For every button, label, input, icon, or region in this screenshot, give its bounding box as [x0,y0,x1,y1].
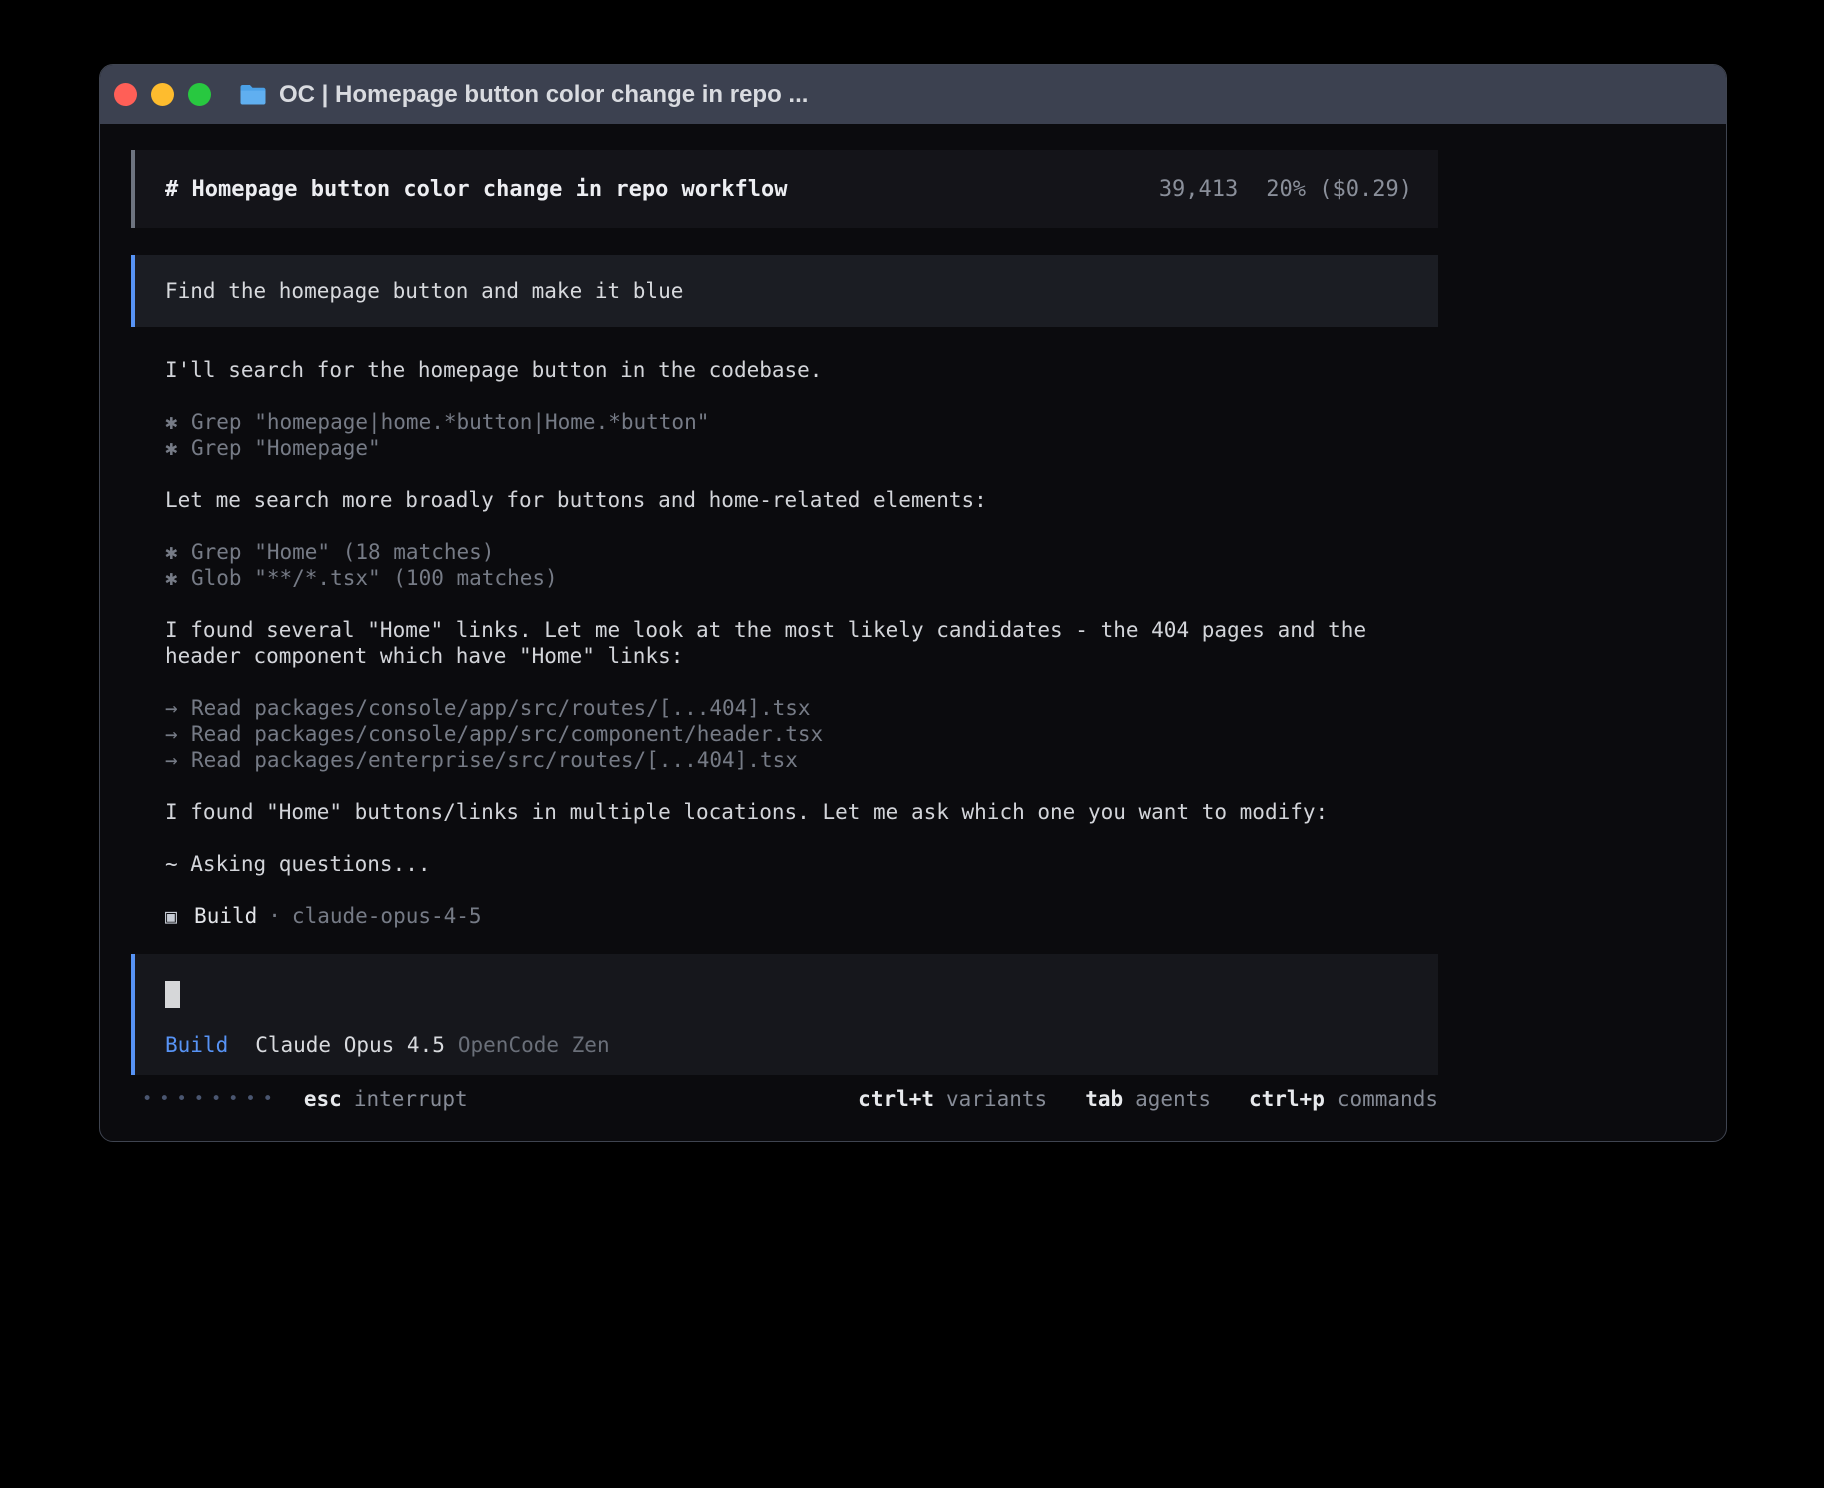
terminal-body: # Homepage button color change in repo w… [100,124,1726,1111]
assistant-message: I found several "Home" links. Let me loo… [165,617,1410,669]
tool-call-read[interactable]: → Read packages/console/app/src/routes/[… [165,695,1438,721]
terminal-window: OC | Homepage button color change in rep… [99,64,1727,1142]
model-status-line: Build Claude Opus 4.5 OpenCode Zen [165,1033,1438,1057]
agent-mode-badge[interactable]: Build [165,1033,228,1057]
shortcut-key: tab [1085,1087,1123,1111]
user-message-text: Find the homepage button and make it blu… [165,279,683,303]
prompt-input[interactable]: Build Claude Opus 4.5 OpenCode Zen [131,954,1438,1075]
shortcut-label: agents [1135,1087,1211,1111]
tool-call-text: Grep "Homepage" [191,435,381,461]
assistant-message: I'll search for the homepage button in t… [165,357,1410,383]
session-title: # Homepage button color change in repo w… [165,177,788,202]
tool-asterisk-icon: ✱ [165,565,191,591]
tool-call-glob[interactable]: ✱ Glob "**/*.tsx" (100 matches) [165,565,1438,591]
status-bar-left: •••••••• esc interrupt [142,1087,468,1111]
shortcut-agents: tab agents [1085,1087,1211,1111]
shortcut-label: variants [946,1087,1047,1111]
tool-call-grep[interactable]: ✱ Grep "Homepage" [165,435,1438,461]
tool-call-text: Read packages/console/app/src/component/… [191,721,823,747]
arrow-right-icon: → [165,695,191,721]
shortcut-variants: ctrl+t variants [858,1087,1047,1111]
model-name[interactable]: Claude Opus 4.5 [255,1033,445,1057]
tool-asterisk-icon: ✱ [165,409,191,435]
tool-call-read[interactable]: → Read packages/console/app/src/componen… [165,721,1438,747]
tool-call-read[interactable]: → Read packages/enterprise/src/routes/[.… [165,747,1438,773]
arrow-right-icon: → [165,721,191,747]
tool-call-group: ✱ Grep "homepage|home.*button|Home.*butt… [165,409,1438,461]
esc-key-hint: esc [304,1087,342,1111]
close-button[interactable] [114,83,137,106]
esc-key-label: interrupt [354,1087,468,1111]
tool-call-grep[interactable]: ✱ Grep "homepage|home.*button|Home.*butt… [165,409,1438,435]
spinner-dots-icon: •••••••• [142,1089,280,1109]
tool-call-group: ✱ Grep "Home" (18 matches) ✱ Glob "**/*.… [165,539,1438,591]
session-header: # Homepage button color change in repo w… [131,150,1438,228]
tool-call-text: Grep "homepage|home.*button|Home.*button… [191,409,709,435]
shortcut-commands: ctrl+p commands [1249,1087,1438,1111]
tool-asterisk-icon: ✱ [165,435,191,461]
context-cost: 20% ($0.29) [1266,177,1412,202]
tool-call-grep[interactable]: ✱ Grep "Home" (18 matches) [165,539,1438,565]
tool-call-text: Glob "**/*.tsx" (100 matches) [191,565,558,591]
transcript: I'll search for the homepage button in t… [165,357,1438,929]
tool-call-text: Grep "Home" (18 matches) [191,539,494,565]
arrow-right-icon: → [165,747,191,773]
shortcut-label: commands [1337,1087,1438,1111]
shortcut-key: ctrl+t [858,1087,934,1111]
token-count: 39,413 [1159,177,1238,202]
agent-separator-dot: · [268,903,281,929]
window-titlebar[interactable]: OC | Homepage button color change in rep… [100,65,1726,124]
tool-call-group: → Read packages/console/app/src/routes/[… [165,695,1438,773]
tool-call-text: Read packages/console/app/src/routes/[..… [191,695,811,721]
minimize-button[interactable] [151,83,174,106]
status-bar: •••••••• esc interrupt ctrl+t variants t… [131,1087,1438,1111]
status-bar-right: ctrl+t variants tab agents ctrl+p comman… [858,1087,1438,1111]
folder-icon [239,83,267,106]
user-message: Find the homepage button and make it blu… [131,255,1438,327]
agent-model: claude-opus-4-5 [292,903,482,929]
shortcut-key: ctrl+p [1249,1087,1325,1111]
agent-build-icon: ▣ [165,903,177,929]
agent-badge: ▣ Build · claude-opus-4-5 [165,903,1438,929]
tool-asterisk-icon: ✱ [165,539,191,565]
text-cursor [165,981,180,1008]
window-title: OC | Homepage button color change in rep… [279,81,808,109]
asking-questions-status: ~ Asking questions... [165,851,1410,877]
model-provider: OpenCode Zen [458,1033,610,1057]
traffic-lights [114,83,211,106]
zoom-button[interactable] [188,83,211,106]
agent-name: Build [194,903,257,929]
assistant-message: Let me search more broadly for buttons a… [165,487,1410,513]
tool-call-text: Read packages/enterprise/src/routes/[...… [191,747,798,773]
assistant-message: I found "Home" buttons/links in multiple… [165,799,1410,825]
session-stats: 39,413 20% ($0.29) [1159,177,1412,202]
